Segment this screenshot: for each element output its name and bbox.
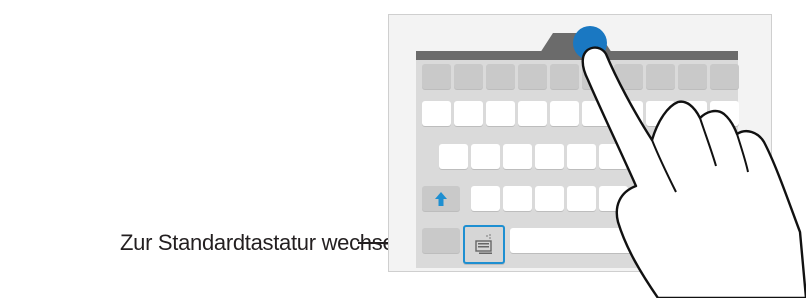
key[interactable] (550, 64, 579, 89)
key[interactable] (486, 64, 515, 89)
key[interactable] (503, 186, 532, 211)
key[interactable] (535, 186, 564, 211)
key[interactable] (710, 64, 739, 89)
keyboard-switch-icon (475, 233, 492, 254)
key[interactable] (631, 144, 660, 169)
shift-arrow-icon (435, 191, 447, 206)
key[interactable] (678, 101, 707, 126)
key[interactable] (486, 101, 515, 126)
key[interactable] (646, 101, 675, 126)
key[interactable] (567, 186, 596, 211)
key[interactable] (646, 64, 675, 89)
key[interactable] (422, 101, 451, 126)
key[interactable] (439, 144, 468, 169)
key[interactable] (599, 144, 628, 169)
key[interactable] (550, 101, 579, 126)
key[interactable] (471, 144, 500, 169)
keyboard-switch-button[interactable] (463, 225, 505, 264)
space-key[interactable] (510, 228, 700, 253)
key[interactable] (614, 64, 643, 89)
key[interactable] (710, 101, 739, 126)
key[interactable] (518, 101, 547, 126)
key[interactable] (454, 64, 483, 89)
key[interactable] (695, 144, 724, 169)
key[interactable] (422, 64, 451, 89)
key[interactable] (422, 228, 460, 253)
key[interactable] (582, 64, 611, 89)
key[interactable] (567, 144, 596, 169)
key[interactable] (454, 101, 483, 126)
key[interactable] (695, 186, 733, 211)
shift-key[interactable] (422, 186, 460, 211)
key[interactable] (535, 144, 564, 169)
key[interactable] (503, 144, 532, 169)
key[interactable] (471, 186, 500, 211)
key[interactable] (705, 228, 734, 253)
key[interactable] (678, 64, 707, 89)
touch-indicator (573, 26, 607, 60)
key[interactable] (582, 101, 611, 126)
key[interactable] (663, 144, 692, 169)
key[interactable] (518, 64, 547, 89)
key[interactable] (599, 186, 628, 211)
key[interactable] (631, 186, 660, 211)
key[interactable] (614, 101, 643, 126)
